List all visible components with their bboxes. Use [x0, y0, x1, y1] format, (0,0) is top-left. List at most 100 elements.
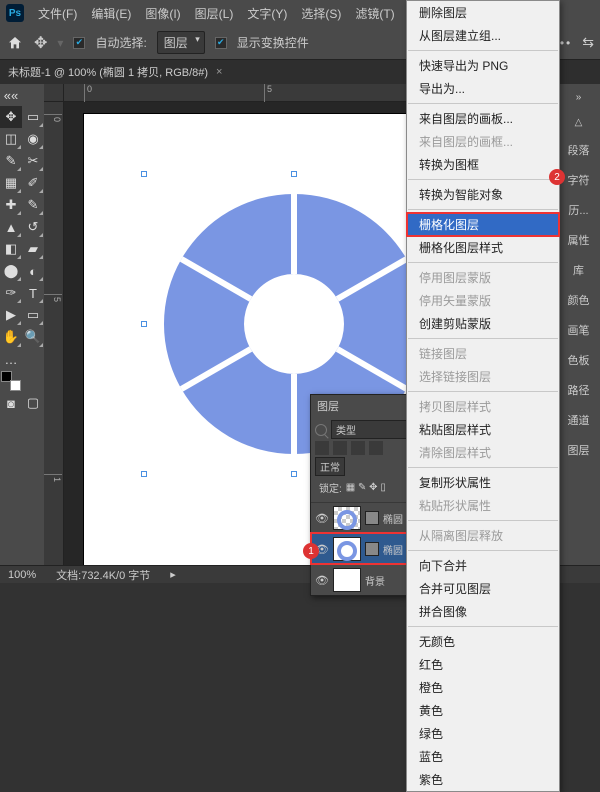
layer-thumbnail[interactable]	[333, 537, 361, 561]
menu-separator	[408, 391, 558, 392]
panel-tab-character[interactable]: 字符	[568, 172, 590, 188]
context-menu-item[interactable]: 导出为...	[407, 77, 559, 100]
zoom-level[interactable]: 100%	[8, 569, 36, 581]
context-menu-item[interactable]: 红色	[407, 653, 559, 676]
context-menu-item[interactable]: 栅格化图层样式	[407, 236, 559, 259]
hand-tool[interactable]: ✋	[0, 326, 22, 348]
context-menu-item[interactable]: 从图层建立组...	[407, 24, 559, 47]
layer-mask-thumbnail[interactable]	[365, 542, 379, 556]
context-menu-item[interactable]: 删除图层	[407, 1, 559, 24]
ruler-v-tick: 5	[44, 294, 62, 302]
menu-edit[interactable]: 编辑(E)	[91, 5, 131, 22]
share-panel-icon[interactable]: △	[575, 117, 583, 128]
menu-select[interactable]: 选择(S)	[301, 5, 341, 22]
context-menu-item[interactable]: 蓝色	[407, 745, 559, 768]
panel-tab-layers[interactable]: 图层	[568, 442, 590, 458]
artboard-tool[interactable]: ▭	[22, 106, 44, 128]
target-dropdown[interactable]: 图层	[157, 31, 205, 54]
shape-tool[interactable]: ▭	[22, 304, 44, 326]
context-menu-item[interactable]: 无颜色	[407, 630, 559, 653]
home-icon[interactable]	[6, 35, 24, 51]
show-transform-checkbox[interactable]: ✔	[215, 37, 227, 49]
pen-tool[interactable]: ✑	[0, 282, 22, 304]
gradient-tool[interactable]: ▰	[22, 238, 44, 260]
quick-select-tool[interactable]: ✎	[0, 150, 22, 172]
layer-thumbnail[interactable]	[333, 506, 361, 530]
type-tool[interactable]: T	[22, 282, 44, 304]
menu-text[interactable]: 文字(Y)	[247, 5, 287, 22]
menu-filter[interactable]: 滤镜(T)	[355, 5, 394, 22]
collapse-icon[interactable]: ««	[0, 84, 22, 106]
panel-tab-channels[interactable]: 通道	[568, 412, 590, 428]
path-select-tool[interactable]: ▶	[0, 304, 22, 326]
blur-tool[interactable]: ⬤	[0, 260, 22, 282]
fg-bg-swatch[interactable]	[0, 370, 22, 392]
context-menu-item[interactable]: 黄色	[407, 699, 559, 722]
stamp-tool[interactable]: ▲	[0, 216, 22, 238]
ruler-vertical[interactable]: 0 5 1	[44, 102, 64, 565]
context-menu-item[interactable]: 转换为图框	[407, 153, 559, 176]
lock-icons[interactable]: ▦ ✎ ✥ ▯	[346, 482, 386, 493]
panel-tab-libraries[interactable]: 库	[573, 262, 584, 278]
context-menu: 删除图层从图层建立组...快速导出为 PNG导出为...来自图层的画板...来自…	[406, 0, 560, 792]
crop-tool[interactable]: ✂	[22, 150, 44, 172]
panel-tab-color[interactable]: 颜色	[568, 292, 590, 308]
panel-tab-history[interactable]: 历...	[568, 202, 588, 218]
context-menu-item[interactable]: 紫色	[407, 768, 559, 791]
move-tool-icon[interactable]: ✥	[34, 33, 47, 53]
status-chevron-icon[interactable]: ▸	[170, 568, 176, 581]
panel-tab-paths[interactable]: 路径	[568, 382, 590, 398]
eraser-tool[interactable]: ◧	[0, 238, 22, 260]
menu-layer[interactable]: 图层(L)	[195, 5, 234, 22]
menu-separator	[408, 520, 558, 521]
callout-badge-1: 1	[303, 543, 319, 559]
menu-separator	[408, 262, 558, 263]
context-menu-item[interactable]: 向下合并	[407, 554, 559, 577]
eyedropper-tool[interactable]: ✐	[22, 172, 44, 194]
context-menu-item[interactable]: 合并可见图层	[407, 577, 559, 600]
zoom-tool[interactable]: 🔍	[22, 326, 44, 348]
context-menu-item[interactable]: 粘贴图层样式	[407, 418, 559, 441]
search-icon[interactable]	[315, 424, 327, 436]
menu-image[interactable]: 图像(I)	[145, 5, 180, 22]
layer-thumbnail[interactable]	[333, 568, 361, 592]
layer-name[interactable]: 背景	[365, 573, 385, 588]
context-menu-item[interactable]: 复制形状属性	[407, 471, 559, 494]
panel-tab-brushes[interactable]: 画笔	[568, 322, 590, 338]
close-tab-icon[interactable]: ×	[216, 66, 222, 78]
context-menu-item[interactable]: 转换为智能对象	[407, 183, 559, 206]
visibility-icon[interactable]: 👁	[315, 512, 329, 525]
history-brush-tool[interactable]: ↺	[22, 216, 44, 238]
dodge-tool[interactable]: ◐	[22, 260, 44, 282]
quickmask-icon[interactable]: ◙	[0, 392, 22, 414]
spot-heal-tool[interactable]: ✚	[0, 194, 22, 216]
layer-mask-thumbnail[interactable]	[365, 511, 379, 525]
visibility-icon[interactable]: 👁	[315, 574, 329, 587]
ruler-origin[interactable]	[44, 84, 64, 102]
share-icon[interactable]: ⇆	[582, 34, 594, 51]
frame-tool[interactable]: ▦	[0, 172, 22, 194]
menu-file[interactable]: 文件(F)	[38, 5, 77, 22]
context-menu-item[interactable]: 快速导出为 PNG	[407, 54, 559, 77]
screenmode-icon[interactable]: ▢	[22, 392, 44, 414]
layer-name[interactable]: 椭圆	[383, 542, 403, 557]
context-menu-item[interactable]: 拼合图像	[407, 600, 559, 623]
blend-mode-dropdown[interactable]: 正常	[315, 457, 345, 476]
context-menu-item[interactable]: 绿色	[407, 722, 559, 745]
brush-tool[interactable]: ✎	[22, 194, 44, 216]
context-menu-item[interactable]: 栅格化图层	[407, 213, 559, 236]
context-menu-item[interactable]: 来自图层的画板...	[407, 107, 559, 130]
panel-tab-properties[interactable]: 属性	[568, 232, 590, 248]
expand-panels-icon[interactable]: »	[576, 92, 582, 103]
move-tool[interactable]: ✥	[0, 106, 22, 128]
lasso-tool[interactable]: ◉	[22, 128, 44, 150]
panel-tab-paragraph[interactable]: 段落	[568, 142, 590, 158]
layer-name[interactable]: 椭圆	[383, 511, 403, 526]
panel-tab-swatches[interactable]: 色板	[568, 352, 590, 368]
edit-toolbar-icon[interactable]: …	[0, 348, 22, 370]
context-menu-item[interactable]: 创建剪贴蒙版	[407, 312, 559, 335]
marquee-tool[interactable]: ◫	[0, 128, 22, 150]
doc-info[interactable]: 文档:732.4K/0 字节	[56, 567, 150, 583]
auto-select-checkbox[interactable]: ✔	[73, 37, 85, 49]
context-menu-item[interactable]: 橙色	[407, 676, 559, 699]
